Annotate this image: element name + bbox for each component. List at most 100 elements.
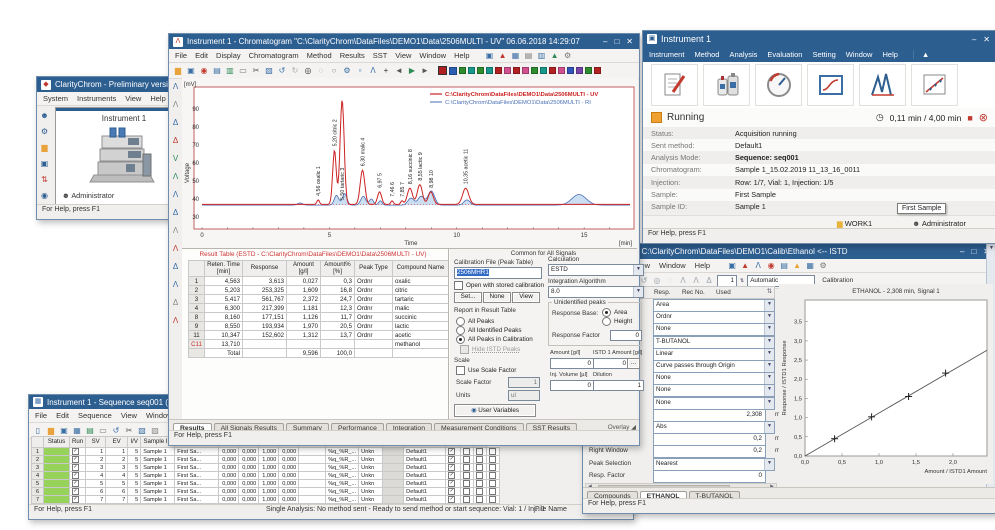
calibration-link-icon[interactable]: ▦ [511,51,521,61]
signal-color-swatch[interactable] [567,67,574,74]
menu-item-sst[interactable]: SST [373,51,388,60]
calculation-select[interactable]: ESTD▼ [548,264,644,276]
result-table-row[interactable]: 35,417561,7672,37224,7Ordnrtartaric [189,295,449,304]
chromatogram-button[interactable] [807,64,854,106]
add-peak-tool-icon[interactable]: Δ [171,118,181,128]
signal-color-swatch[interactable] [513,67,520,74]
none-button[interactable]: None [483,292,511,303]
signal-color-swatch[interactable] [594,67,601,74]
settings-gear-icon[interactable]: ⚙ [563,51,573,61]
result-table-row[interactable]: C1113,710methanol [189,340,449,349]
compound-setting-ordnr[interactable]: Ordnr▼ [653,311,775,324]
amount-input[interactable]: 0 [550,358,594,369]
all-peaks-radio[interactable]: All Peaks [456,317,494,326]
menu-item-sequence[interactable]: Sequence [78,411,112,420]
undo-icon[interactable]: ↺ [111,426,121,436]
compound-setting-2,308[interactable]: 2,308 [653,409,766,422]
peak-tool-icon[interactable]: Λ [368,66,378,76]
scale-tool-icon[interactable]: ▫ [355,66,365,76]
minimize-icon[interactable]: – [603,37,607,46]
compound-setting-peak-selection[interactable]: Nearest▼ [653,458,775,471]
menu-item-view[interactable]: View [121,411,137,420]
sequence-row[interactable]: 7✓775Sample 1First Sa...0,0000,0001,0000… [32,496,500,504]
signal-color-swatch[interactable] [486,67,493,74]
menu-item-analysis[interactable]: Analysis [729,50,757,59]
user-variables-button[interactable]: ◉ User Variables [454,404,536,417]
sequence-column-header[interactable]: Status [44,437,70,448]
compound-setting-area[interactable]: Area▼ [653,299,775,312]
result-column-header[interactable]: Compound Name [393,261,449,277]
maximize-icon[interactable]: □ [971,247,976,256]
menu-item-view[interactable]: View [395,51,411,60]
minimize-icon[interactable]: – [972,35,976,44]
abort-button[interactable]: ⊗ [979,111,988,124]
report-icon[interactable]: ▤ [85,426,95,436]
signal-color-swatch[interactable] [558,67,565,74]
resize-grip-icon[interactable]: ◢ [631,424,636,431]
compound-setting-none[interactable]: None▼ [653,384,775,397]
menu-item-chromatogram[interactable]: Chromatogram [249,51,299,60]
menu-item-file[interactable]: File [35,411,47,420]
print-icon[interactable]: ▭ [98,426,108,436]
project-badge[interactable]: ▆ WORK1 [837,219,872,228]
user-badge[interactable]: ☻ Administrator [912,219,966,228]
redo-icon[interactable]: ↻ [290,66,300,76]
method-setup-button[interactable] [651,64,698,106]
integration-algorithm-select[interactable]: 8.0▼ [548,286,644,298]
new-sequence-icon[interactable]: ▯ [33,426,43,436]
first-record-icon[interactable]: ◄ [394,66,404,76]
compound-setting-none[interactable]: None▼ [653,372,775,385]
result-column-header[interactable]: Response [243,261,287,277]
menu-item-edit[interactable]: Edit [56,411,69,420]
result-column-header[interactable]: Amount [g/l] [287,261,321,277]
istd-amount-input[interactable]: 0 [593,358,629,369]
about-icon[interactable]: ◉ [40,191,50,201]
sequence-row[interactable]: 1✓115Sample 1First Sa...0,0000,0001,0000… [32,448,500,456]
result-table-row[interactable]: Total9,596100,0 [189,349,449,358]
print-icon[interactable]: ▭ [238,66,248,76]
transfer-arrows-icon[interactable]: ⇅ [40,175,50,185]
paste-icon[interactable]: ▨ [150,426,160,436]
open-chromatogram-icon[interactable]: ▆ [173,66,183,76]
response-factor-input[interactable]: 0 [610,330,642,341]
reject-tool-icon[interactable]: Λ [171,280,181,290]
menu-item-file[interactable]: File [175,51,187,60]
close-icon[interactable]: ✕ [983,35,990,44]
copy-icon[interactable]: ▧ [137,426,147,436]
upload-icon[interactable]: ▲ [792,261,802,271]
wrench-icon[interactable]: ⚙ [342,66,352,76]
calibration-file-input[interactable]: 2506MHR1 [454,267,542,279]
table-icon[interactable]: ▦ [72,426,82,436]
chromatogram-titlebar[interactable]: Λ Instrument 1 - Chromatogram "C:\Clarit… [169,34,639,49]
sequence-row[interactable]: 6✓665Sample 1First Sa...0,0000,0001,0000… [32,488,500,496]
cut-peak-tool-icon[interactable]: Λ [171,226,181,236]
instrument-monitor-icon[interactable]: ▣ [40,159,50,169]
copy-icon[interactable]: ▧ [264,66,274,76]
compound-setting-curve-passes-through-origin[interactable]: Curve passes through Origin▼ [653,360,775,373]
menu-item-evaluation[interactable]: Evaluation [767,50,802,59]
signal-color-swatch[interactable] [495,67,502,74]
menu-item-results[interactable]: Results [340,51,365,60]
signals-icon[interactable]: ▲ [498,51,508,61]
signal-color-swatch[interactable] [468,67,475,74]
compound-setting-resp-factor[interactable]: 0 [653,470,766,483]
menu-item-instruments[interactable]: Instruments [77,94,116,103]
compound-setting-0,2[interactable]: 0,2 [653,433,766,446]
sequence-row[interactable]: 4✓445Sample 1First Sa...0,0000,0001,0000… [32,472,500,480]
calibration-mode-label[interactable]: Calibration [822,277,853,284]
project-folder-icon[interactable]: ▆ [40,143,50,153]
device-monitor-button[interactable] [703,64,750,106]
overlay-button[interactable]: Overlay ◢ [608,424,636,431]
result-column-header[interactable]: Peak Type [355,261,393,277]
peak-start-tool-icon[interactable]: Λ [171,82,181,92]
zoom-in-icon[interactable]: ◎ [303,66,313,76]
result-column-header[interactable] [189,261,205,277]
maximize-icon[interactable]: □ [614,37,619,46]
use-scale-factor-checkbox[interactable]: Use Scale Factor [456,366,516,375]
peak-end-tool-icon[interactable]: Λ [171,100,181,110]
menu-item-help[interactable]: Help [454,51,469,60]
signal-color-swatch[interactable] [522,67,529,74]
result-table-row[interactable]: 88,160177,1511,12611,7Ordnrsuccinic [189,313,449,322]
menu-item-window[interactable]: Window [846,50,873,59]
sequence-column-header[interactable]: EV [106,437,128,448]
